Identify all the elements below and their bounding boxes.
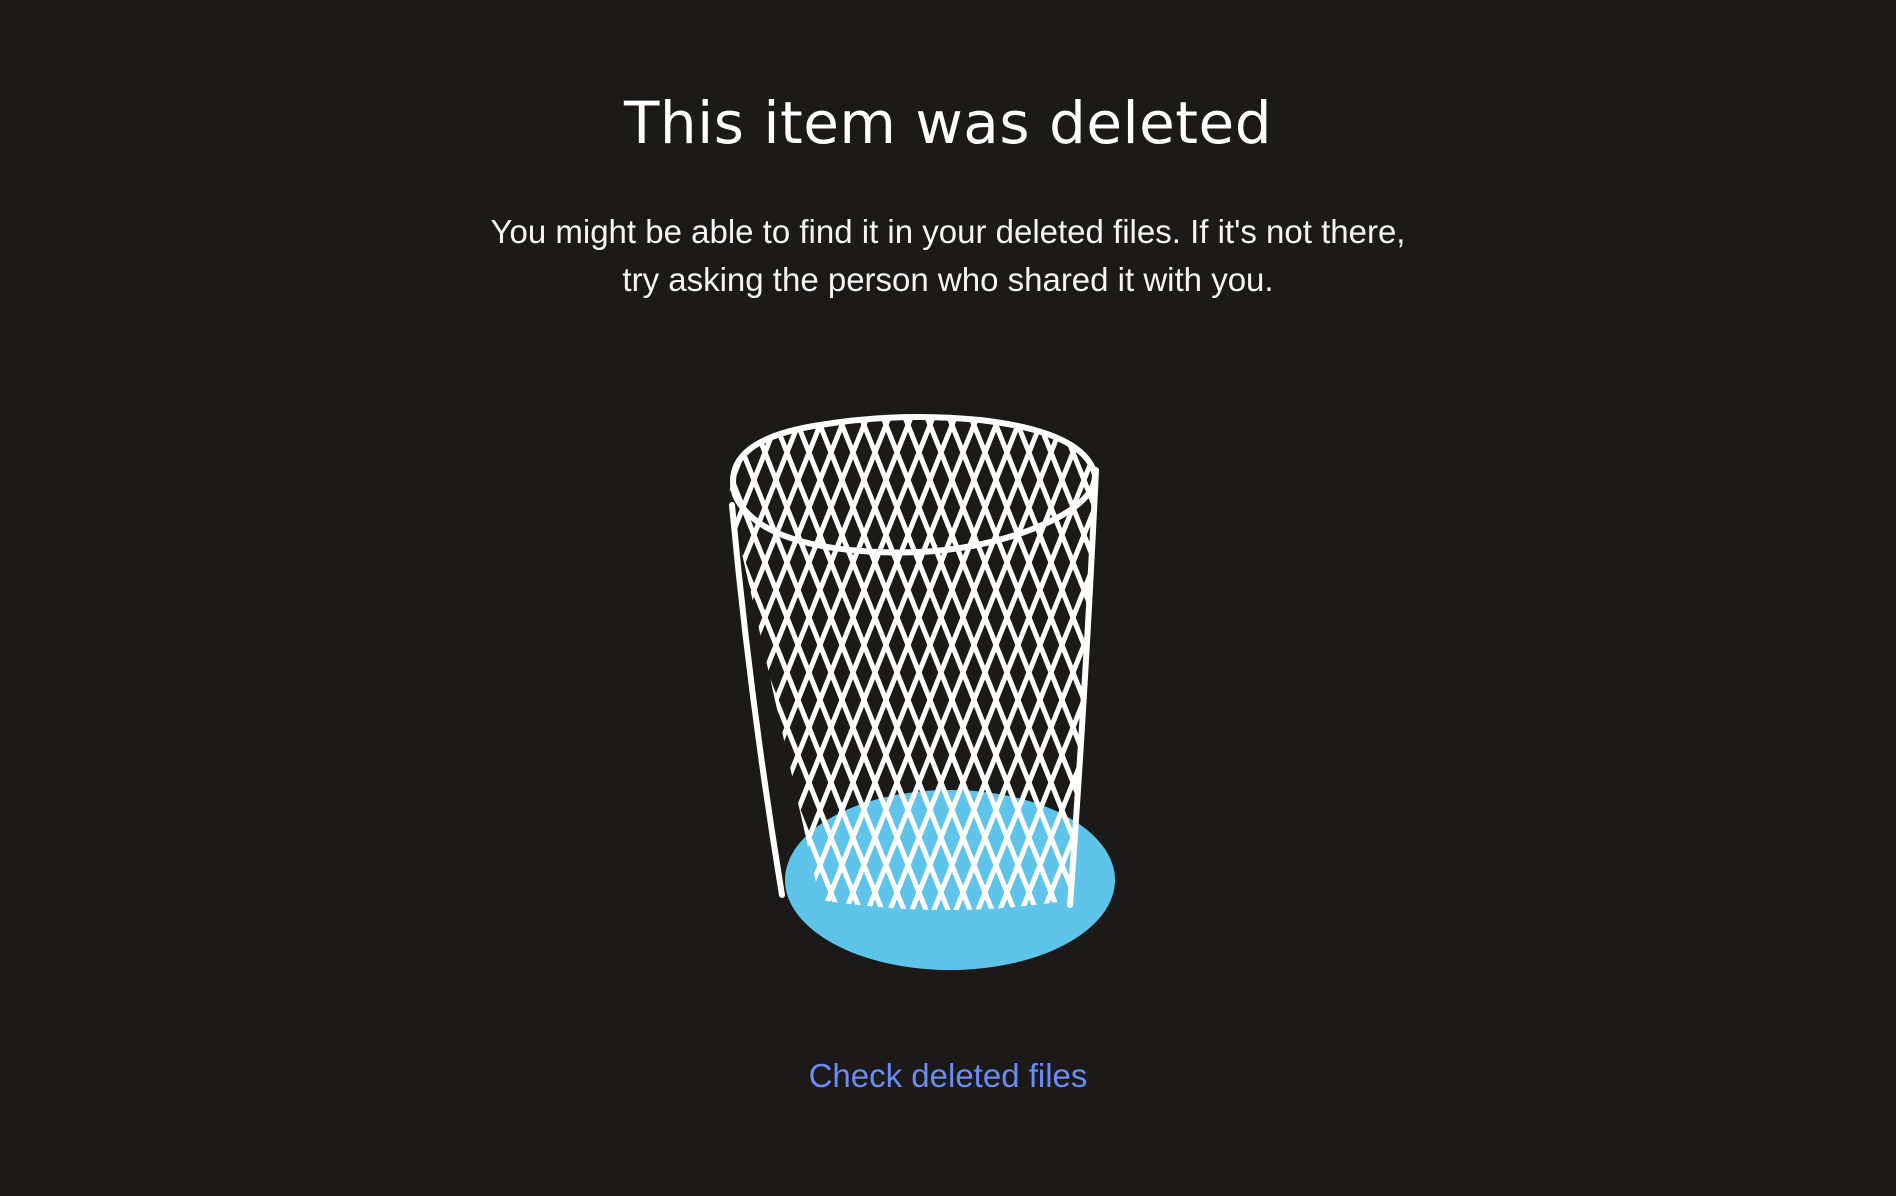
check-deleted-files-link[interactable]: Check deleted files (0, 1052, 1896, 1100)
deleted-item-page: This item was deleted You might be able … (0, 0, 1896, 1196)
wastebasket-icon (700, 400, 1200, 1000)
message-line-2: try asking the person who shared it with… (622, 261, 1274, 298)
page-title: This item was deleted (623, 89, 1273, 157)
deleted-message: You might be able to find it in your del… (448, 208, 1448, 304)
basket-left-side (729, 502, 785, 898)
message-line-1: You might be able to find it in your del… (490, 213, 1406, 250)
